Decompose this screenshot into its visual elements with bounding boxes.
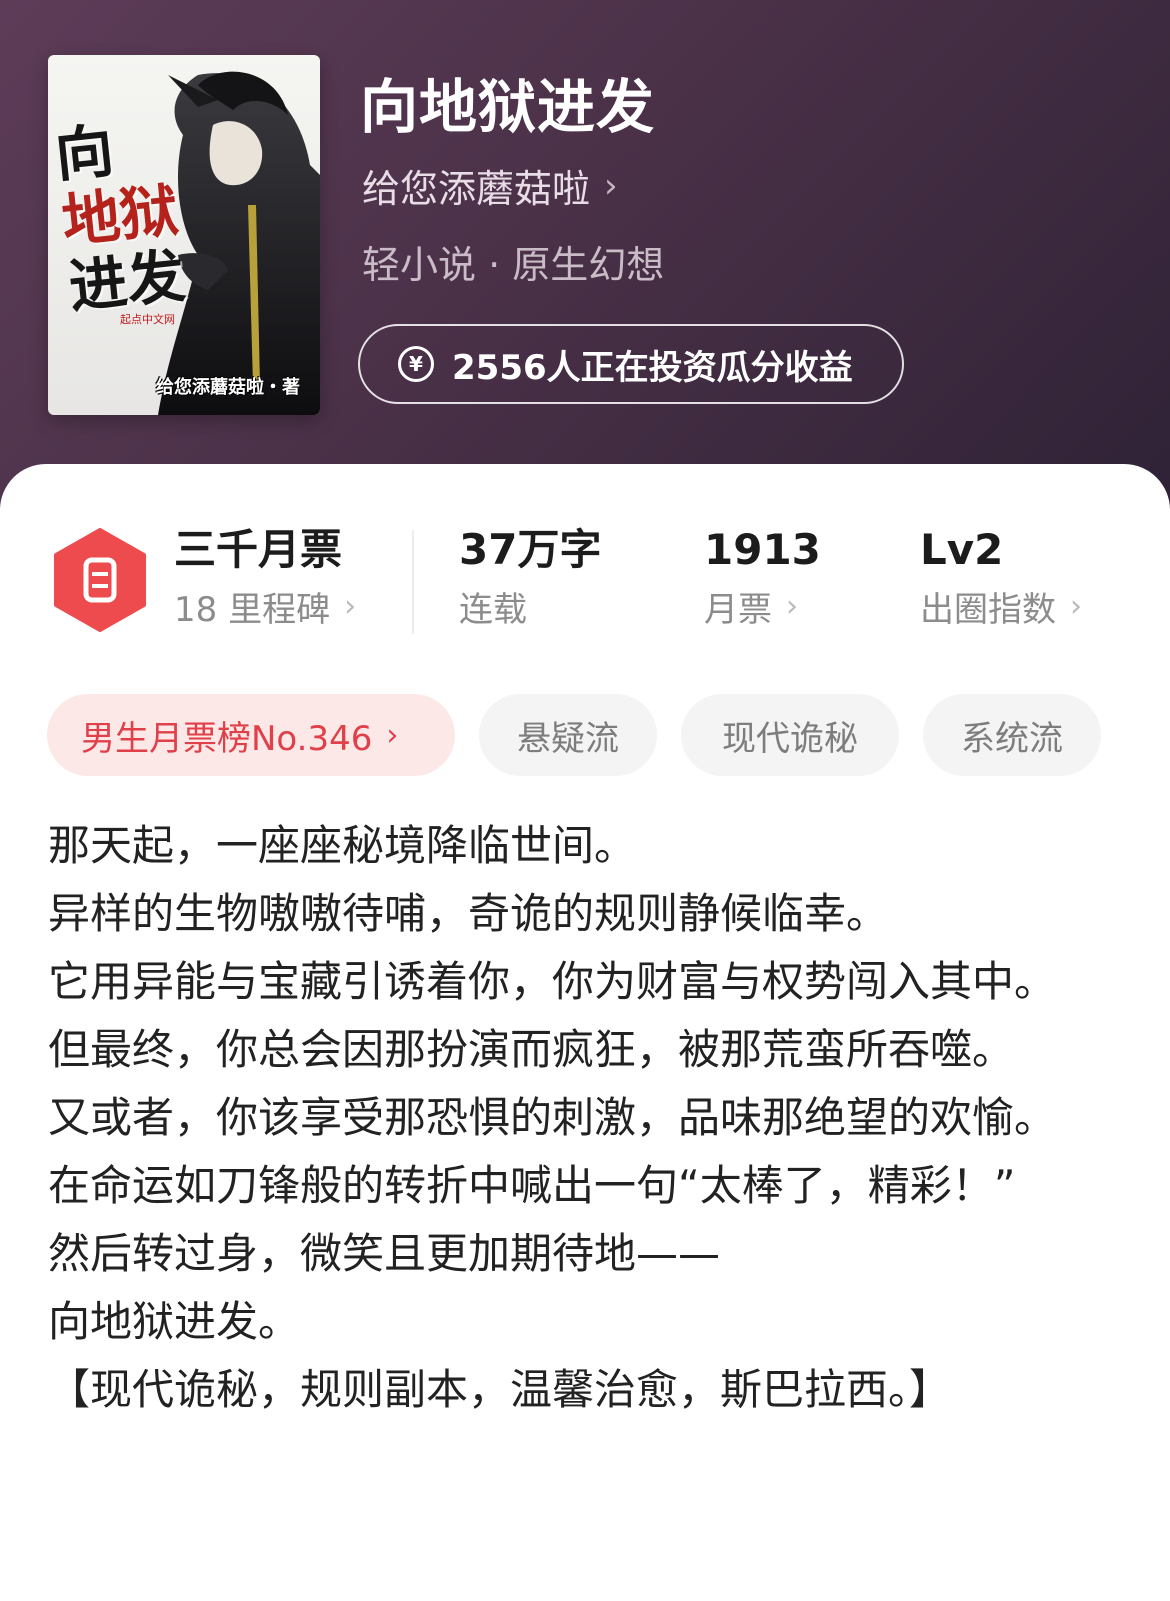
book-genre: 轻小说 · 原生幻想 (362, 243, 665, 287)
cover-publisher-logo: 起点中文网 (120, 313, 175, 326)
description-line: 然后转过身，微笑且更加期待地—— (48, 1229, 721, 1278)
chevron-right-icon: › (604, 165, 618, 206)
book-info-sheet: 三千月票 18 里程碑 › 37万字 连载 1913 月票 › Lv2 出圈指数… (0, 464, 1170, 1601)
stat-divider (412, 530, 414, 634)
stat-level-value: Lv2 (920, 525, 1004, 574)
book-header: 向 地狱 进发 起点中文网 给您添蘑菇啦・著 向地狱进发 给您添蘑菇啦 › 轻小… (0, 0, 1170, 520)
invest-button[interactable]: ¥ 2556人正在投资瓜分收益 (358, 324, 904, 404)
author-name: 给您添蘑菇啦 (362, 167, 591, 211)
rank-tag[interactable]: 男生月票榜No.346 › (47, 694, 455, 776)
description-line: 那天起，一座座秘境降临世间。 (48, 821, 637, 870)
tag-item[interactable]: 现代诡秘 (681, 694, 899, 776)
stat-word-count: 37万字 连载 (459, 522, 601, 631)
chevron-right-icon: › (786, 589, 798, 624)
chevron-right-icon: › (344, 589, 357, 624)
rank-tag-label: 男生月票榜No.346 (81, 718, 373, 759)
cover-title-art: 向 地狱 进发 (51, 116, 189, 322)
tag-item[interactable]: 系统流 (923, 694, 1101, 776)
description-line: 【现代诡秘，规则副本，温馨治愈，斯巴拉西。】 (48, 1365, 952, 1414)
description-line: 异样的生物嗷嗷待哺，奇诡的规则静候临幸。 (48, 889, 889, 938)
stat-monthly-tickets[interactable]: 1913 月票 › (704, 522, 821, 631)
author-link[interactable]: 给您添蘑菇啦 › (362, 158, 618, 213)
tag-list: 男生月票榜No.346 › 悬疑流 现代诡秘 系统流 (47, 694, 1101, 776)
description-line: 它用异能与宝藏引诱着你，你为财富与权势闯入其中。 (48, 957, 1057, 1006)
invest-text: 2556人正在投资瓜分收益 (452, 347, 853, 388)
cover-author-credit: 给您添蘑菇啦・著 (156, 377, 300, 398)
chevron-right-icon: › (1070, 589, 1082, 624)
book-cover[interactable]: 向 地狱 进发 起点中文网 给您添蘑菇啦・著 (48, 55, 320, 415)
book-title: 向地狱进发 (360, 73, 656, 141)
stat-monthly-label: 月票 (704, 590, 772, 630)
stat-ticket-label: 三千月票 (174, 525, 343, 574)
tag-item[interactable]: 悬疑流 (479, 694, 657, 776)
stat-words-value: 37万字 (459, 525, 602, 574)
chevron-right-icon: › (386, 717, 399, 753)
stat-monthly-value: 1913 (704, 525, 821, 574)
stat-milestone[interactable]: 三千月票 18 里程碑 › (174, 522, 356, 631)
stat-milestone-count: 18 里程碑 (174, 590, 331, 630)
ticket-icon (54, 528, 146, 632)
stat-words-status: 连载 (459, 590, 527, 630)
yen-circle-icon: ¥ (398, 346, 434, 382)
description-line: 在命运如刀锋般的转折中喊出一句“太棒了，精彩！” (48, 1161, 1016, 1210)
stat-popularity-level[interactable]: Lv2 出圈指数 › (920, 522, 1082, 631)
stat-level-label: 出圈指数 (920, 590, 1056, 630)
description-line: 向地狱进发。 (48, 1297, 301, 1346)
description-line: 但最终，你总会因那扮演而疯狂，被那荒蛮所吞噬。 (48, 1025, 1015, 1074)
book-description: 那天起，一座座秘境降临世间。 异样的生物嗷嗷待哺，奇诡的规则静候临幸。 它用异能… (48, 812, 1108, 1424)
description-line: 又或者，你该享受那恐惧的刺激，品味那绝望的欢愉。 (48, 1093, 1057, 1142)
